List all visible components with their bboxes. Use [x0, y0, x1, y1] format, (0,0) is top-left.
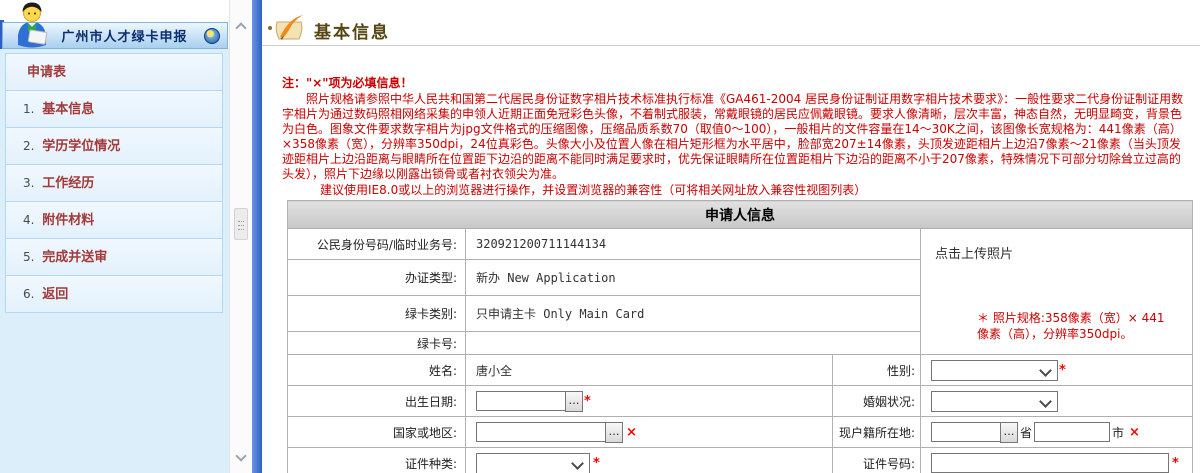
name-value: 唐小全 [466, 355, 833, 386]
cert-type-label: 办证类型: [288, 260, 466, 296]
birth-date-picker-button[interactable]: … [565, 391, 583, 412]
city-suffix: 市 [1112, 426, 1124, 440]
card-class-label: 绿卡类别: [288, 296, 466, 332]
gender-select[interactable] [931, 360, 1058, 381]
sidebar-menu: 申请表 1. 基本信息 2. 学历学位情况 3. 工作经历 4. 附件材料 5.… [5, 53, 223, 313]
residence-picker-button[interactable]: … [1000, 422, 1018, 443]
province-suffix: 省 [1020, 426, 1032, 440]
page-title-bar: 基本信息 [262, 0, 1200, 46]
menu-item-label: 基本信息 [42, 102, 94, 117]
applicant-info-table: 申请人信息 公民身份号码/临时业务号: 320921200711144134 点… [287, 200, 1193, 473]
cert-type-value: 新办 New Application [466, 260, 921, 296]
memo-quill-icon [267, 13, 309, 48]
name-label: 姓名: [288, 355, 466, 386]
id-doc-number-input[interactable] [931, 453, 1169, 473]
residence-required-marker: × [1129, 425, 1140, 440]
scroll-up-icon[interactable] [235, 22, 246, 33]
gender-required-marker: * [1059, 363, 1066, 378]
country-label: 国家或地区: [288, 417, 466, 448]
menu-item-number: 6. [23, 287, 34, 301]
residence-label: 现户籍所在地: [833, 417, 921, 448]
id-doc-number-required-marker: * [1172, 456, 1179, 471]
gender-label: 性别: [833, 355, 921, 386]
country-input[interactable] [476, 422, 606, 442]
sidebar-item-basic-info[interactable]: 1. 基本信息 [5, 90, 223, 128]
sidebar-item-attachments[interactable]: 4. 附件材料 [5, 201, 223, 239]
card-class-value: 只申请主卡 Only Main Card [466, 296, 921, 332]
menu-item-number: 2. [23, 139, 34, 153]
id-doc-number-label: 证件号码: [833, 448, 921, 473]
menu-item-label: 工作经历 [42, 176, 94, 191]
residence-cell: …省 市 × [921, 417, 1193, 448]
menu-item-number: 4. [23, 213, 34, 227]
id-type-required-marker: * [593, 456, 600, 471]
panel-divider [252, 0, 262, 473]
menu-item-number: 5. [23, 250, 34, 264]
id-number-value: 320921200711144134 [466, 229, 921, 260]
country-picker-button[interactable]: … [605, 422, 623, 443]
sidebar-item-return[interactable]: 6. 返回 [5, 275, 223, 313]
card-no-value [466, 332, 921, 355]
photo-spec-text: ＊ 照片规格:358像素（宽）× 441像素（高），分辨率350dpi。 [977, 310, 1173, 342]
sidebar-item-submit[interactable]: 5. 完成并送审 [5, 238, 223, 276]
birth-required-marker: * [584, 394, 591, 409]
scrollbar-thumb[interactable] [234, 208, 248, 240]
menu-item-number: 3. [23, 176, 34, 190]
birth-date-cell: …* [466, 386, 833, 417]
scroll-down-icon[interactable] [235, 450, 246, 461]
person-at-laptop-icon [12, 0, 52, 53]
note-browser-hint: 建议使用IE8.0或以上的浏览器进行操作，并设置浏览器的兼容性（可将相关网址放入… [282, 183, 1192, 198]
sidebar-item-application-form[interactable]: 申请表 [5, 53, 223, 91]
residence-city-input[interactable] [1034, 422, 1110, 442]
menu-item-label: 申请表 [27, 65, 66, 80]
sidebar: 广州市人才绿卡申报 申请表 1. 基本信息 2. 学历学位情况 3. 工作经历 … [0, 0, 229, 473]
sidebar-item-education[interactable]: 2. 学历学位情况 [5, 127, 223, 165]
page-title: 基本信息 [314, 18, 390, 43]
photo-panel: 点击上传照片 ＊ 照片规格:358像素（宽）× 441像素（高），分辨率350d… [921, 229, 1193, 355]
table-header: 申请人信息 [288, 201, 1193, 229]
birth-date-label: 出生日期: [288, 386, 466, 417]
id-type-cell: * [466, 448, 833, 473]
sidebar-scrollbar[interactable] [229, 0, 252, 473]
note-block: 注："×"项为必填信息！ 照片规格请参照中华人民共和国第二代居民身份证数字相片技… [282, 76, 1192, 198]
residence-province-input[interactable] [931, 422, 1001, 442]
id-number-label: 公民身份号码/临时业务号: [288, 229, 466, 260]
sidebar-item-work-history[interactable]: 3. 工作经历 [5, 164, 223, 202]
note-required-hint: 注："×"项为必填信息！ [282, 76, 1192, 91]
menu-item-label: 完成并送审 [42, 250, 107, 265]
id-type-select[interactable] [476, 453, 590, 473]
gender-cell: * [921, 355, 1193, 386]
marital-cell [921, 386, 1193, 417]
menu-item-label: 附件材料 [42, 213, 94, 228]
menu-item-label: 返回 [42, 287, 68, 302]
marital-status-label: 婚姻状况: [833, 386, 921, 417]
birth-date-input[interactable] [476, 391, 566, 411]
upload-photo-link[interactable]: 点击上传照片 [935, 243, 1013, 262]
id-doc-number-cell: * [921, 448, 1193, 473]
id-type-label: 证件种类: [288, 448, 466, 473]
note-photo-spec-paragraph: 照片规格请参照中华人民共和国第二代居民身份证数字相片技术标准执行标准《GA461… [282, 92, 1192, 182]
menu-item-label: 学历学位情况 [42, 139, 120, 154]
country-required-marker: × [626, 425, 637, 440]
menu-item-number: 1. [23, 102, 34, 116]
card-no-label: 绿卡号: [288, 332, 466, 355]
marital-status-select[interactable] [931, 391, 1058, 412]
globe-icon[interactable] [204, 28, 220, 44]
main-content: 基本信息 注："×"项为必填信息！ 照片规格请参照中华人民共和国第二代居民身份证… [262, 0, 1200, 473]
country-cell: …× [466, 417, 833, 448]
